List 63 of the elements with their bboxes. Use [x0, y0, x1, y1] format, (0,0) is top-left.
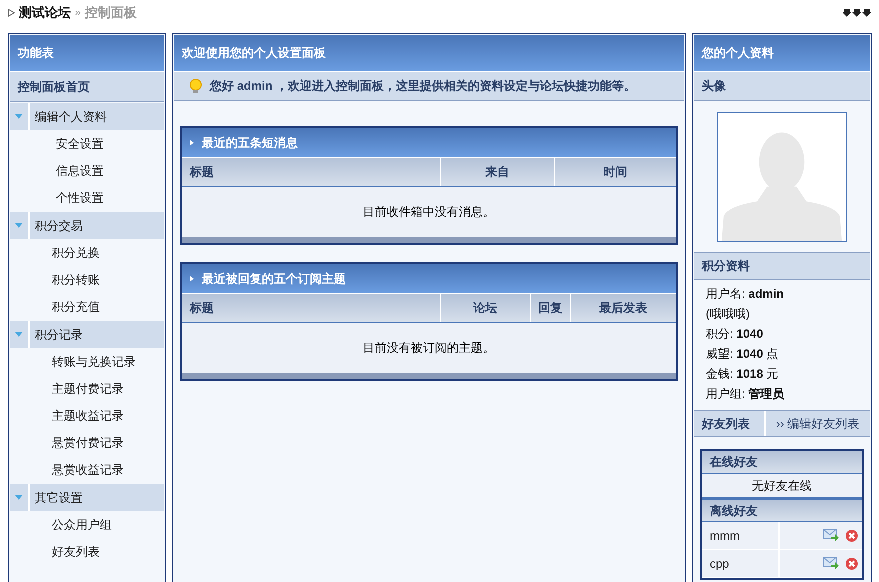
section-heading: 积分资料 [694, 252, 870, 280]
sidebar-home-link[interactable]: 控制面板首页 [10, 71, 164, 102]
column-header: 标题 [182, 158, 440, 186]
triangle-icon [15, 114, 23, 120]
down-arrows-icon[interactable] [843, 9, 871, 17]
sidebar-title: 功能表 [10, 35, 164, 71]
send-message-icon[interactable] [823, 529, 839, 542]
sidebar-item[interactable]: 个性设置 [10, 184, 164, 211]
column-header: 时间 [554, 158, 676, 186]
sidebar-group[interactable]: 其它设置 [10, 484, 164, 511]
panel-title: 欢迎使用您的个人设置面板 [174, 35, 684, 71]
triangle-icon [15, 494, 23, 500]
sidebar-item[interactable]: 信息设置 [10, 157, 164, 184]
delete-icon[interactable] [846, 530, 858, 542]
section-title: 最近被回复的五个订阅主题 [202, 270, 346, 288]
empty-message: 目前收件箱中没有消息。 [363, 204, 495, 221]
arrow-icon [190, 140, 194, 146]
profile-stat: 积分: 1040 [706, 326, 764, 343]
empty-message: 目前没有被订阅的主题。 [363, 340, 495, 357]
sidebar-item[interactable]: 公众用户组 [10, 511, 164, 538]
sidebar-item[interactable]: 积分转账 [10, 266, 164, 293]
welcome-message: 您好 admin ，欢迎进入控制面板，这里提供相关的资料设定与论坛快捷功能等。 [210, 78, 636, 95]
breadcrumb-separator: » [75, 6, 82, 21]
column-header: 最后发表 [570, 294, 676, 322]
profile-stat: 用户组: 管理员 [706, 386, 786, 403]
sidebar-item[interactable]: 悬赏付费记录 [10, 429, 164, 456]
sidebar-item[interactable]: 转账与兑换记录 [10, 348, 164, 375]
send-message-icon[interactable] [823, 557, 839, 570]
arrow-icon [190, 276, 194, 282]
sidebar-item[interactable]: 悬赏收益记录 [10, 456, 164, 483]
empty-message: 无好友在线 [752, 478, 812, 494]
profile-stat: 用户名: admin [706, 286, 786, 303]
sidebar-item[interactable]: 主题付费记录 [10, 375, 164, 402]
sidebar-group[interactable]: 编辑个人资料 [10, 103, 164, 130]
column-header: 回复 [530, 294, 570, 322]
arrow-icon [8, 9, 15, 17]
sidebar-item[interactable]: 积分充值 [10, 293, 164, 320]
triangle-icon [15, 222, 23, 228]
breadcrumb-link[interactable]: 测试论坛 [19, 3, 71, 23]
sidebar-item[interactable]: 好友列表 [10, 538, 164, 565]
sidebar-item[interactable]: 主题收益记录 [10, 402, 164, 429]
panel-title: 您的个人资料 [694, 35, 870, 71]
profile-stat: 威望: 1040 点 [706, 346, 780, 363]
sidebar-group[interactable]: 积分交易 [10, 212, 164, 239]
section-heading: 头像 [694, 71, 870, 101]
subsection-heading: 离线好友 [702, 500, 862, 522]
profile-stat: (哦哦哦) [706, 306, 751, 323]
delete-icon[interactable] [846, 558, 858, 570]
column-header: 标题 [182, 294, 440, 322]
profile-stat: 金钱: 1018 元 [706, 366, 780, 383]
column-header: 来自 [440, 158, 554, 186]
friend-name: cpp [702, 550, 780, 577]
triangle-icon [15, 332, 23, 338]
section-title: 最近的五条短消息 [202, 134, 298, 152]
sidebar-item[interactable]: 安全设置 [10, 130, 164, 157]
edit-friends-link[interactable]: ›› 编辑好友列表 [766, 411, 870, 436]
lightbulb-icon [190, 78, 202, 94]
subsection-heading: 在线好友 [702, 451, 862, 473]
friend-name: mmm [702, 522, 780, 549]
sidebar-group[interactable]: 积分记录 [10, 321, 164, 348]
sidebar-item[interactable]: 积分兑换 [10, 239, 164, 266]
section-heading: 好友列表 [694, 411, 766, 436]
column-header: 论坛 [440, 294, 530, 322]
